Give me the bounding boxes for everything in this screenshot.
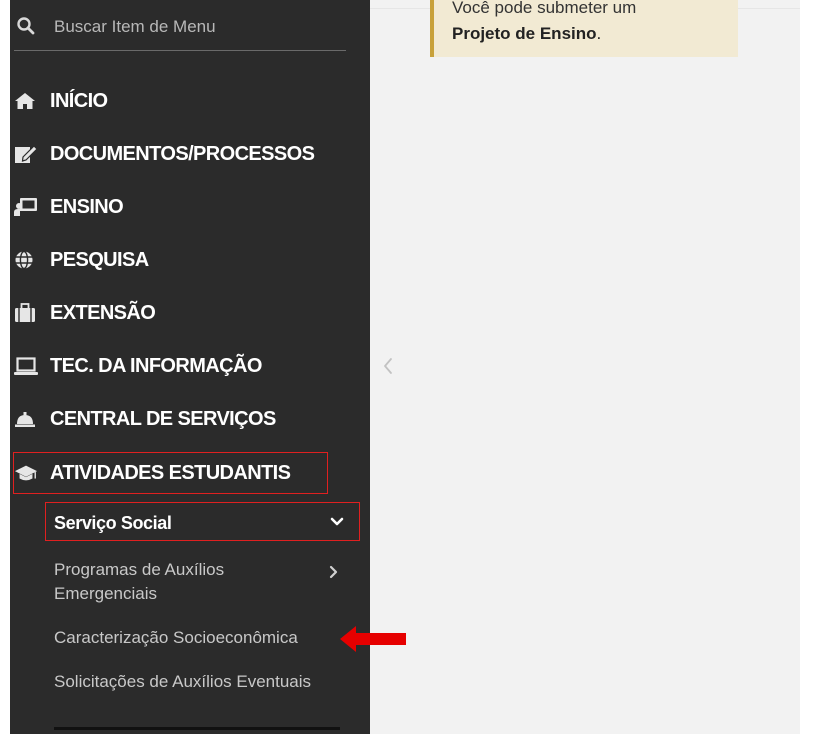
sidebar-item-label: CENTRAL DE SERVIÇOS [50,407,276,430]
submenu-item-solicitacoes[interactable]: Solicitações de Auxílios Eventuais [54,670,311,694]
collapse-sidebar-chevron-left-icon[interactable] [381,356,395,381]
suitcase-icon [14,303,38,323]
right-strip [800,0,820,734]
home-icon [14,91,38,111]
teacher-board-icon [14,197,38,217]
laptop-icon [14,356,38,376]
submenu-item-caracterizacao[interactable]: Caracterização Socioeconômica [54,626,298,650]
edit-document-icon [14,144,38,164]
highlight-box-servico-social [45,502,360,541]
sidebar-item-pesquisa[interactable]: PESQUISA [14,240,149,280]
notice-box: Você pode submeter um Projeto de Ensino. [430,0,738,57]
sidebar-item-ensino[interactable]: ENSINO [14,187,124,227]
sidebar-item-label: ENSINO [50,195,124,218]
submenu-item-line: Programas de Auxílios [54,560,225,579]
service-bell-icon [14,409,38,429]
search-icon [16,16,36,36]
search-input[interactable] [54,14,334,40]
chevron-right-icon [328,565,338,584]
sidebar-item-label: PESQUISA [50,248,149,271]
notice-bold-link[interactable]: Projeto de Ensino [452,24,597,43]
sidebar-item-inicio[interactable]: INÍCIO [14,81,108,121]
left-gutter [0,0,10,734]
search-bar[interactable] [14,10,346,51]
highlight-box-atividades [13,452,328,494]
submenu-item-line: Solicitações de Auxílios Eventuais [54,672,312,691]
sidebar-item-documentos[interactable]: DOCUMENTOS/PROCESSOS [14,134,315,174]
main-content [370,0,800,734]
notice-line: Projeto de Ensino. [452,24,601,44]
sidebar-item-central[interactable]: CENTRAL DE SERVIÇOS [14,399,276,439]
sidebar-item-label: EXTENSÃO [50,301,156,324]
globe-icon [14,250,38,270]
submenu-item-line: Caracterização Socioeconômica [54,628,298,647]
sidebar-item-label: INÍCIO [50,89,108,112]
sidebar-item-ti[interactable]: TEC. DA INFORMAÇÃO [14,346,262,386]
submenu-item-line: Emergenciais [54,584,157,603]
notice-line: Você pode submeter um [452,0,637,17]
sidebar-item-extensao[interactable]: EXTENSÃO [14,293,156,333]
sidebar-item-label: DOCUMENTOS/PROCESSOS [50,142,315,165]
submenu-divider [54,727,340,730]
notice-suffix: . [596,24,602,43]
submenu-item-programas[interactable]: Programas de Auxílios Emergenciais [54,558,224,606]
sidebar-item-label: TEC. DA INFORMAÇÃO [50,354,262,377]
red-arrow-left-icon [338,624,408,659]
sidebar: INÍCIO DOCUMENTOS/PROCESSOS ENSINO [10,0,370,734]
